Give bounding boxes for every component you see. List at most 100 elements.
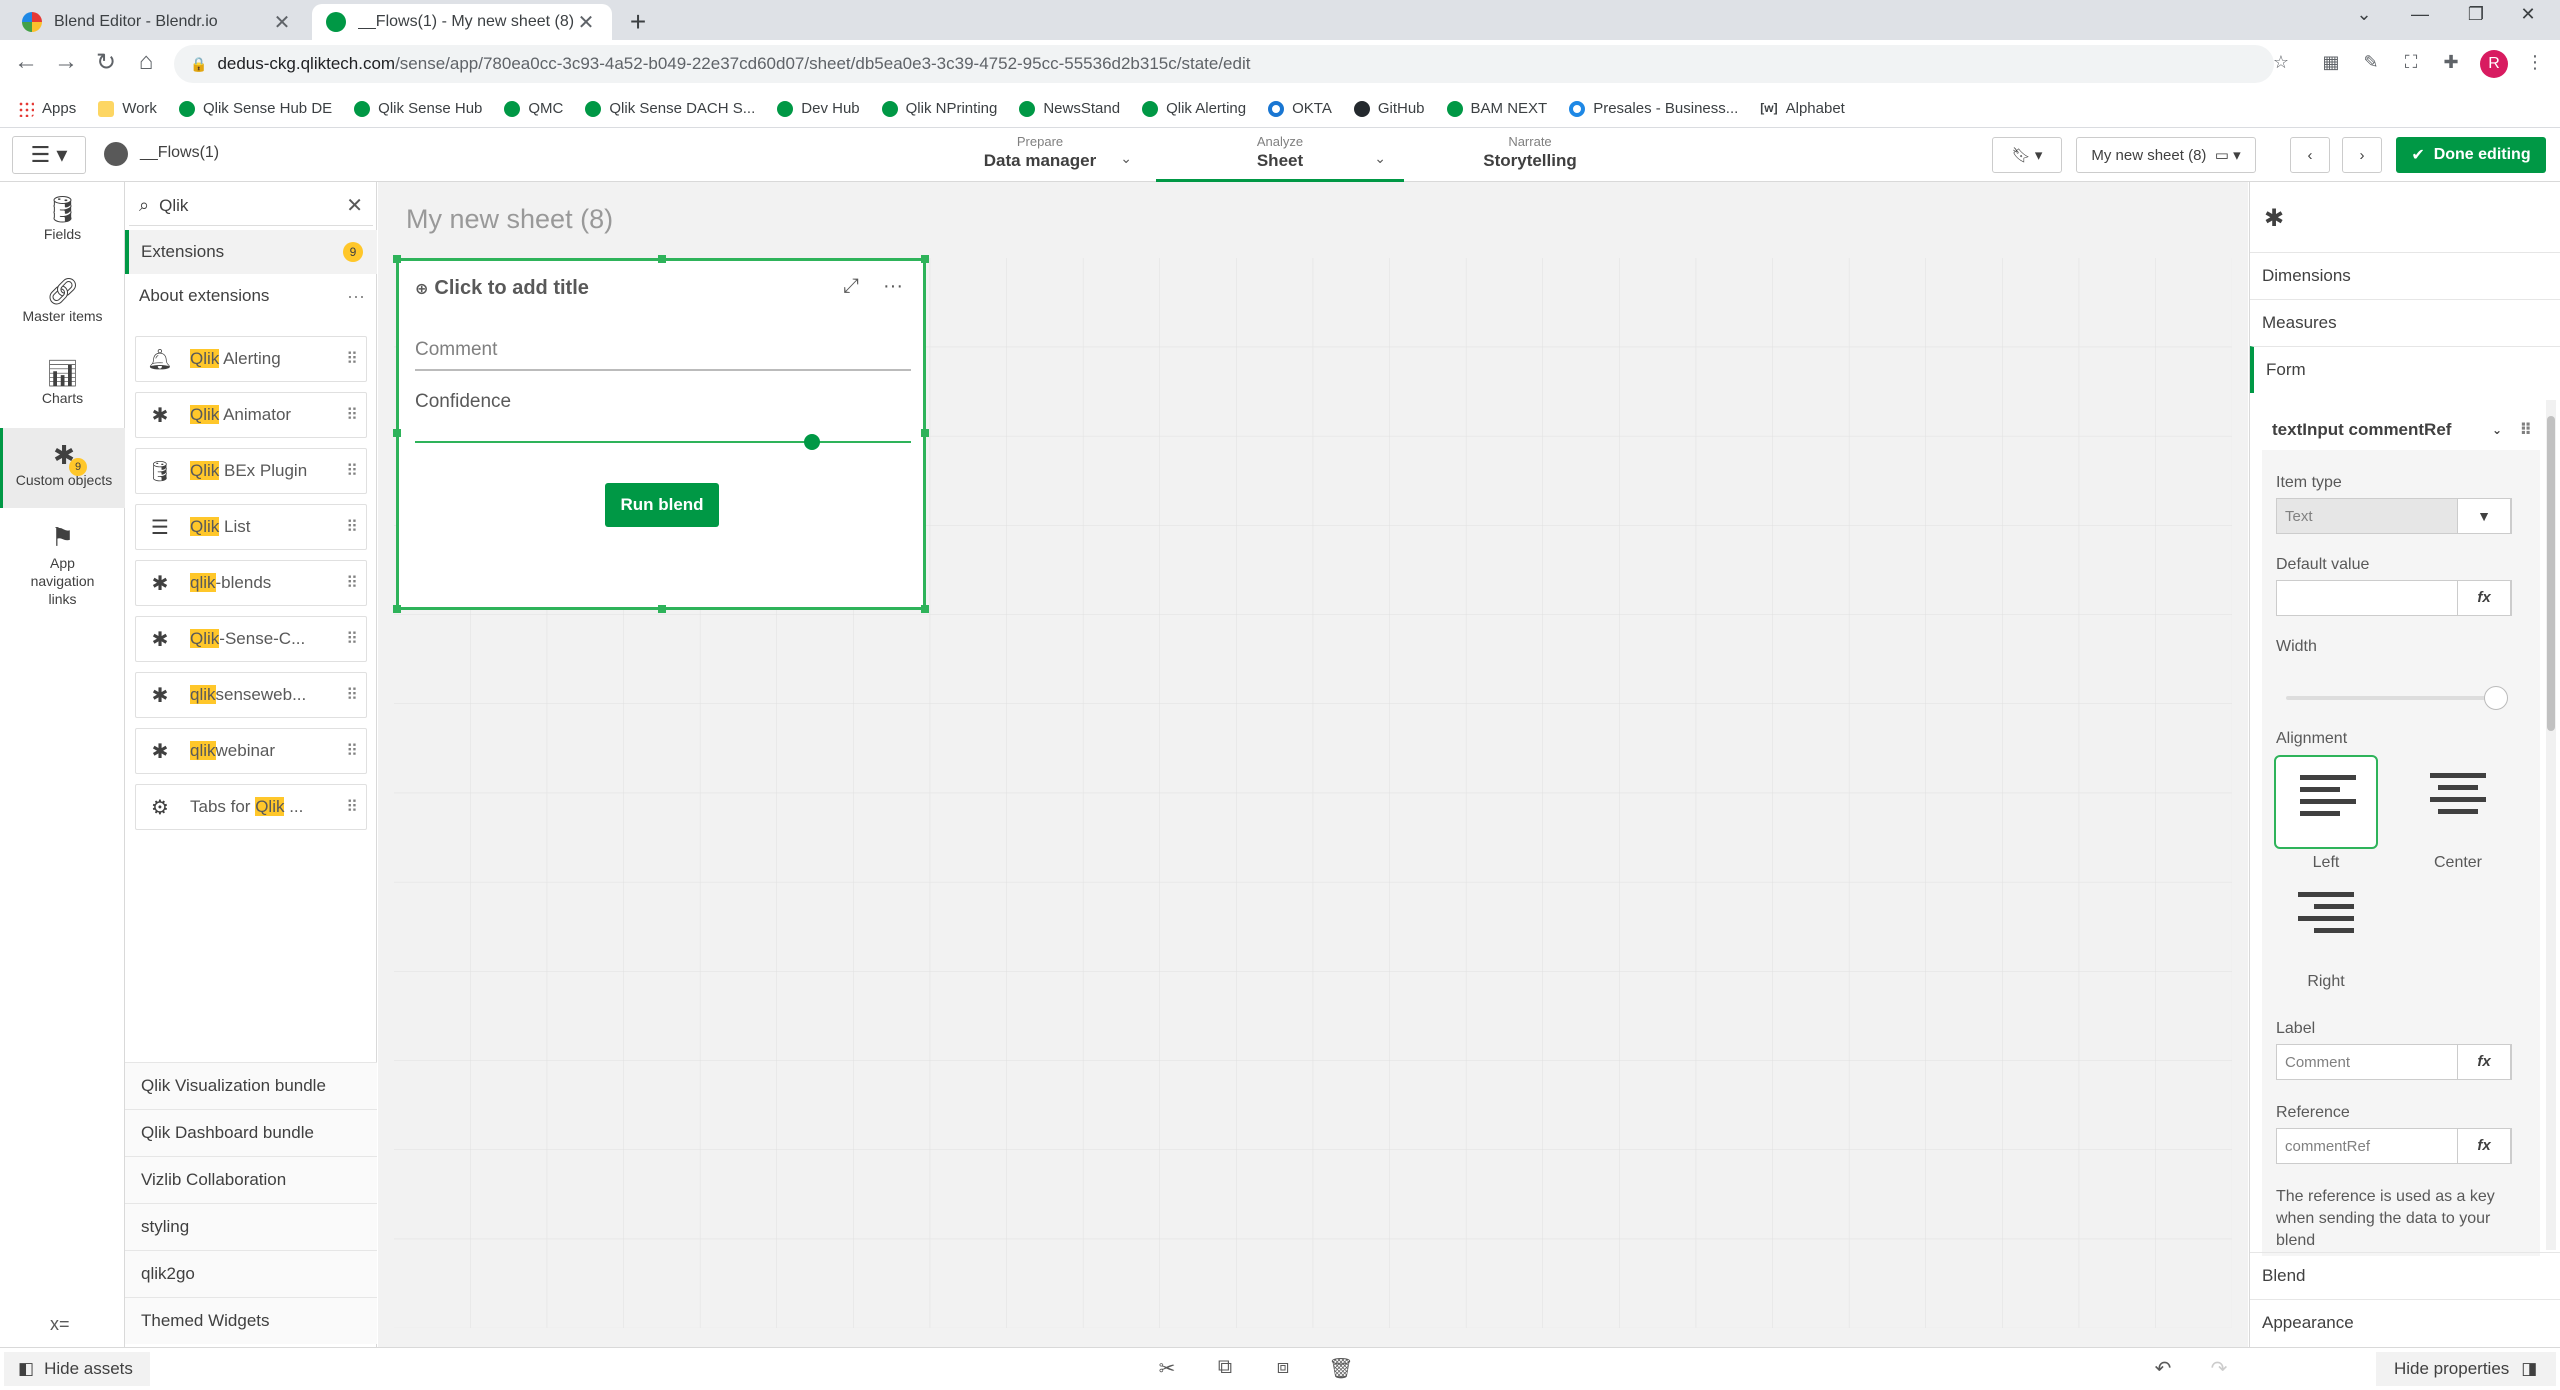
bundle-qlik-visualization[interactable]: Qlik Visualization bundle — [125, 1062, 377, 1109]
rail-item-master-items[interactable]: 🔗︎ Master items — [0, 264, 125, 344]
width-slider-track[interactable] — [2286, 696, 2496, 700]
bookmark-apps[interactable]: Apps — [18, 100, 76, 117]
next-sheet-button[interactable]: › — [2342, 137, 2382, 173]
delete-icon[interactable]: 🗑︎ — [1326, 1356, 1356, 1381]
copy-icon[interactable]: ⧉ — [1210, 1356, 1240, 1379]
section-dimensions[interactable]: Dimensions — [2250, 252, 2560, 299]
bookmark-qlik-sense-dach[interactable]: Qlik Sense DACH S... — [585, 100, 755, 117]
variables-icon[interactable]: x= — [50, 1314, 70, 1335]
resize-handle[interactable] — [658, 255, 666, 263]
undo-icon[interactable]: ↶ — [2148, 1356, 2178, 1381]
tab-close-icon[interactable]: ✕ — [574, 10, 598, 35]
bookmark-qlik-sense-hub[interactable]: Qlik Sense Hub — [354, 100, 482, 117]
resize-handle[interactable] — [921, 255, 929, 263]
rail-item-custom-objects[interactable]: ✱ 9 Custom objects — [0, 428, 125, 508]
align-right-button[interactable] — [2274, 874, 2378, 968]
paste-icon[interactable]: ⧈ — [1268, 1356, 1298, 1379]
resize-handle[interactable] — [393, 255, 401, 263]
expression-fx-button[interactable]: fx — [2457, 580, 2511, 616]
drag-handle-icon[interactable]: ⠿ — [336, 797, 366, 817]
item-type-select[interactable]: Text ▼ — [2276, 498, 2512, 534]
confidence-slider-thumb[interactable] — [803, 434, 820, 450]
extension-item[interactable]: ✱ Qlik Animator ⠿ — [135, 392, 367, 438]
tab-search-icon[interactable]: ⌄ — [2344, 4, 2384, 25]
back-arrow-icon[interactable]: ← — [10, 48, 42, 76]
bookmark-qlik-nprinting[interactable]: Qlik NPrinting — [881, 100, 997, 117]
extension-item[interactable]: ☰ Qlik List ⠿ — [135, 504, 367, 550]
properties-scrollbar-thumb[interactable] — [2547, 416, 2555, 731]
drag-handle-icon[interactable]: ⠿ — [336, 629, 366, 649]
bundle-qlik-dashboard[interactable]: Qlik Dashboard bundle — [125, 1109, 377, 1156]
bookmark-star-icon[interactable]: ☆ — [2268, 52, 2294, 78]
sheet-canvas[interactable]: My new sheet (8) ⊕ Click to add title ⤢ ·… — [378, 182, 2248, 1347]
nav-tab-storytelling[interactable]: Narrate Storytelling — [1420, 132, 1640, 182]
browser-tab-blendr[interactable]: Blend Editor - Blendr.io ✕ — [8, 4, 308, 40]
drag-handle-icon[interactable]: ⠿ — [336, 349, 366, 369]
more-options-icon[interactable]: ··· — [883, 275, 903, 298]
assets-search-input[interactable]: ⌕ Qlik ✕ — [129, 186, 373, 226]
bundle-qlik2go[interactable]: qlik2go — [125, 1250, 377, 1297]
reference-input[interactable]: commentRef fx — [2276, 1128, 2512, 1164]
bookmark-github[interactable]: GitHub — [1353, 100, 1425, 117]
object-title[interactable]: ⊕ Click to add title — [415, 277, 589, 300]
previous-sheet-button[interactable]: ‹ — [2290, 137, 2330, 173]
reload-icon[interactable]: ↻ — [90, 48, 122, 77]
bundle-styling[interactable]: styling — [125, 1203, 377, 1250]
more-options-icon[interactable]: ··· — [347, 286, 365, 307]
global-menu-button[interactable]: ☰ ▾ — [12, 136, 86, 174]
url-field[interactable]: 🔒 dedus-ckg.qliktech.com/sense/app/780ea… — [174, 45, 2274, 83]
extensions-puzzle-icon[interactable]: ✚ — [2438, 52, 2464, 78]
expand-icon[interactable]: ⤢ — [843, 275, 859, 298]
window-close-icon[interactable]: ✕ — [2508, 4, 2548, 25]
comment-input[interactable]: Comment — [415, 339, 911, 371]
confidence-slider-track[interactable] — [415, 441, 911, 443]
dropdown-arrow-icon[interactable]: ▼ — [2457, 498, 2511, 534]
drag-handle-icon[interactable]: ⠿ — [336, 405, 366, 425]
bookmark-alphabet[interactable]: [w] Alphabet — [1760, 100, 1845, 117]
forward-arrow-icon[interactable]: → — [50, 48, 82, 76]
bookmark-qlik-alerting[interactable]: Qlik Alerting — [1142, 100, 1246, 117]
bookmark-bam-next[interactable]: BAM NEXT — [1446, 100, 1547, 117]
bookmark-work[interactable]: Work — [98, 100, 157, 117]
form-extension-object[interactable]: ⊕ Click to add title ⤢ ··· Comment Confid… — [393, 255, 929, 613]
new-tab-plus-icon[interactable]: + — [622, 6, 654, 38]
extension-screenshot-icon[interactable]: ⛶ — [2398, 52, 2424, 78]
chevron-down-icon[interactable]: ⌄ — [2492, 423, 2502, 437]
chevron-down-icon[interactable]: ⌄ — [1120, 150, 1132, 167]
browser-tab-qlik[interactable]: __Flows(1) - My new sheet (8) | Sh ✕ — [312, 4, 612, 40]
run-blend-button[interactable]: Run blend — [605, 483, 719, 527]
properties-scrollbar-track[interactable] — [2546, 400, 2556, 1250]
sheet-title[interactable]: My new sheet (8) — [406, 204, 613, 235]
extension-item[interactable]: ⚙ Tabs for Qlik ... ⠿ — [135, 784, 367, 830]
extension-pencil-icon[interactable]: ✎ — [2358, 52, 2384, 78]
extension-item[interactable]: ✱ qlik-blends ⠿ — [135, 560, 367, 606]
extension-item[interactable]: ✱ qliksenseweb... ⠿ — [135, 672, 367, 718]
section-appearance[interactable]: Appearance — [2250, 1299, 2560, 1346]
resize-handle[interactable] — [393, 429, 401, 437]
browser-menu-icon[interactable]: ⋮ — [2522, 52, 2548, 78]
resize-handle[interactable] — [393, 605, 401, 613]
drag-handle-icon[interactable]: ⠿ — [336, 573, 366, 593]
bookmark-newsstand[interactable]: NewsStand — [1019, 100, 1120, 117]
nav-tab-data-manager[interactable]: Prepare Data manager ⌄ — [930, 132, 1150, 182]
hide-assets-button[interactable]: ◧ Hide assets — [4, 1352, 150, 1386]
tab-close-icon[interactable]: ✕ — [270, 10, 294, 35]
bookmark-presales[interactable]: Presales - Business... — [1569, 100, 1738, 117]
resize-handle[interactable] — [658, 605, 666, 613]
extension-item[interactable]: ✱ qlikwebinar ⠿ — [135, 728, 367, 774]
drag-handle-icon[interactable]: ⠿ — [2520, 420, 2533, 440]
expression-fx-button[interactable]: fx — [2457, 1128, 2511, 1164]
width-slider-thumb[interactable] — [2484, 686, 2508, 710]
align-center-button[interactable] — [2406, 755, 2510, 849]
bookmarks-button[interactable]: 🔖︎ ▾ — [1992, 137, 2062, 173]
section-measures[interactable]: Measures — [2250, 299, 2560, 346]
drag-handle-icon[interactable]: ⠿ — [336, 517, 366, 537]
rail-item-app-navigation-links[interactable]: ⚑ App navigation links — [0, 510, 125, 607]
label-input[interactable]: Comment fx — [2276, 1044, 2512, 1080]
restore-icon[interactable]: ❐ — [2456, 4, 2496, 25]
home-icon[interactable]: ⌂ — [130, 48, 162, 76]
sheet-selector-button[interactable]: My new sheet (8) ▭ ▾ — [2076, 137, 2256, 173]
bookmark-okta[interactable]: OKTA — [1268, 100, 1332, 117]
chevron-down-icon[interactable]: ⌄ — [1374, 150, 1386, 167]
extension-qr-icon[interactable]: ▦ — [2318, 52, 2344, 78]
